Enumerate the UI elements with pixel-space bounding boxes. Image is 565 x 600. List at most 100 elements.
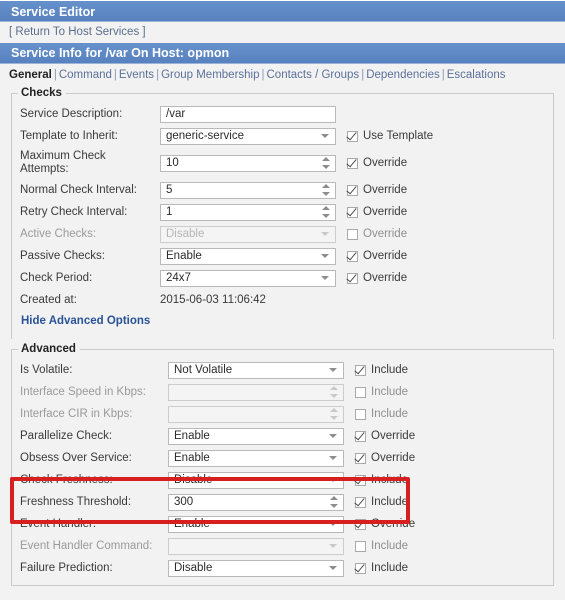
select-event-handler[interactable]: Enable [168, 516, 344, 533]
select-is-volatile[interactable]: Not Volatile [168, 362, 344, 379]
checkbox-is-volatile[interactable] [355, 365, 366, 376]
chevron-down-icon[interactable] [321, 254, 329, 258]
checkbox-label-check-freshness: Include [371, 474, 408, 486]
select-check-freshness[interactable]: Disable [168, 472, 344, 489]
form-row-service-description: Service Description:/var [12, 103, 553, 125]
chevron-down-icon[interactable] [329, 434, 337, 438]
checkbox-label-retry-check-interval: Override [363, 206, 407, 218]
label-check-freshness: Check Freshness: [20, 474, 168, 487]
tab-group-membership[interactable]: Group Membership [161, 69, 259, 81]
checkbox-interface-speed-in-kbps[interactable] [355, 387, 366, 398]
checkbox-obsess-over-service[interactable] [355, 453, 366, 464]
spinner-up-icon[interactable] [322, 184, 330, 188]
checkbox-interface-cir-in-kbps[interactable] [355, 409, 366, 420]
spinner-down-icon[interactable] [322, 165, 330, 169]
select-event-handler-command [168, 538, 344, 555]
spinner-down-icon[interactable] [322, 192, 330, 196]
chevron-down-icon[interactable] [329, 566, 337, 570]
spinner-arrows-icon [330, 386, 338, 398]
spinner-down-icon[interactable] [330, 504, 338, 508]
spinner-up-icon[interactable] [330, 496, 338, 500]
hide-advanced-options-link[interactable]: Hide Advanced Options [21, 315, 150, 327]
select-passive-checks[interactable]: Enable [160, 248, 336, 265]
checkbox-group-active-checks[interactable]: Override [347, 228, 407, 240]
spinner-arrows-icon[interactable] [322, 184, 330, 196]
spinner-arrows-icon[interactable] [322, 157, 330, 169]
tab-events[interactable]: Events [119, 69, 154, 81]
input-service-description[interactable]: /var [160, 106, 336, 123]
chevron-down-icon[interactable] [329, 478, 337, 482]
checkbox-group-retry-check-interval[interactable]: Override [347, 206, 407, 218]
spinner-arrows-icon[interactable] [322, 206, 330, 218]
select-failure-prediction[interactable]: Disable [168, 560, 344, 577]
value-service-description: /var [161, 107, 185, 122]
stepper-retry-check-interval[interactable]: 1 [160, 204, 336, 221]
checkbox-maximum-check-attempts[interactable] [347, 158, 358, 169]
checkbox-active-checks[interactable] [347, 229, 358, 240]
checkbox-group-template-to-inherit[interactable]: Use Template [347, 130, 433, 142]
form-row-freshness-threshold: Freshness Threshold:300Include [12, 491, 553, 513]
checkbox-group-normal-check-interval[interactable]: Override [347, 184, 407, 196]
select-obsess-over-service[interactable]: Enable [168, 450, 344, 467]
checkbox-parallelize-check[interactable] [355, 431, 366, 442]
checkbox-group-interface-cir-in-kbps[interactable]: Include [355, 408, 408, 420]
checkbox-event-handler[interactable] [355, 519, 366, 530]
return-link-row: [ Return To Host Services ] [0, 22, 565, 43]
select-parallelize-check[interactable]: Enable [168, 428, 344, 445]
chevron-down-icon[interactable] [321, 134, 329, 138]
value-maximum-check-attempts: 10 [161, 156, 179, 171]
checkbox-group-obsess-over-service[interactable]: Override [355, 452, 415, 464]
spinner-arrows-icon[interactable] [330, 496, 338, 508]
checkbox-freshness-threshold[interactable] [355, 497, 366, 508]
spinner-up-icon[interactable] [322, 206, 330, 210]
checkbox-group-passive-checks[interactable]: Override [347, 250, 407, 262]
spinner-up-icon[interactable] [322, 157, 330, 161]
select-template-to-inherit[interactable]: generic-service [160, 128, 336, 145]
stepper-normal-check-interval[interactable]: 5 [160, 182, 336, 199]
form-row-check-freshness: Check Freshness:Disable Include [12, 469, 553, 491]
tab-contacts-groups[interactable]: Contacts / Groups [267, 69, 360, 81]
value-event-handler: Enable [169, 517, 210, 532]
checks-legend: Checks [18, 87, 66, 99]
checkbox-normal-check-interval[interactable] [347, 185, 358, 196]
advanced-toggle-row: Hide Advanced Options [12, 311, 553, 333]
checkbox-group-is-volatile[interactable]: Include [355, 364, 408, 376]
form-row-parallelize-check: Parallelize Check:EnableOverride [12, 425, 553, 447]
label-interface-speed-in-kbps: Interface Speed in Kbps: [20, 386, 168, 399]
checkbox-failure-prediction[interactable] [355, 563, 366, 574]
tab-command[interactable]: Command [59, 69, 112, 81]
select-check-period[interactable]: 24x7 [160, 270, 336, 287]
service-info-title: Service Info for /var On Host: opmon [11, 46, 229, 60]
chevron-down-icon[interactable] [321, 276, 329, 280]
checkbox-event-handler-command[interactable] [355, 541, 366, 552]
checkbox-label-event-handler-command: Include [371, 540, 408, 552]
checkbox-group-failure-prediction[interactable]: Include [355, 562, 408, 574]
checkbox-check-freshness[interactable] [355, 475, 366, 486]
checkbox-group-event-handler[interactable]: Override [355, 518, 415, 530]
checkbox-group-freshness-threshold[interactable]: Include [355, 496, 408, 508]
chevron-down-icon[interactable] [329, 368, 337, 372]
label-event-handler-command: Event Handler Command: [20, 540, 168, 553]
chevron-down-icon[interactable] [329, 456, 337, 460]
value-check-period: 24x7 [161, 271, 191, 286]
stepper-freshness-threshold[interactable]: 300 [168, 494, 344, 511]
checkbox-label-is-volatile: Include [371, 364, 408, 376]
checkbox-group-check-period[interactable]: Override [347, 272, 407, 284]
checkbox-group-check-freshness[interactable]: Include [355, 474, 408, 486]
form-row-obsess-over-service: Obsess Over Service:EnableOverride [12, 447, 553, 469]
checkbox-group-event-handler-command[interactable]: Include [355, 540, 408, 552]
spinner-down-icon[interactable] [322, 214, 330, 218]
checkbox-passive-checks[interactable] [347, 251, 358, 262]
value-freshness-threshold: 300 [169, 495, 193, 510]
stepper-maximum-check-attempts[interactable]: 10 [160, 155, 336, 172]
checkbox-group-maximum-check-attempts[interactable]: Override [347, 157, 407, 169]
checkbox-group-interface-speed-in-kbps[interactable]: Include [355, 386, 408, 398]
chevron-down-icon[interactable] [329, 522, 337, 526]
checkbox-check-period[interactable] [347, 273, 358, 284]
tab-escalations[interactable]: Escalations [447, 69, 506, 81]
checkbox-retry-check-interval[interactable] [347, 207, 358, 218]
checkbox-template-to-inherit[interactable] [347, 131, 358, 142]
return-to-host-services-link[interactable]: Return To Host Services [15, 26, 139, 38]
tab-dependencies[interactable]: Dependencies [366, 69, 440, 81]
checkbox-group-parallelize-check[interactable]: Override [355, 430, 415, 442]
